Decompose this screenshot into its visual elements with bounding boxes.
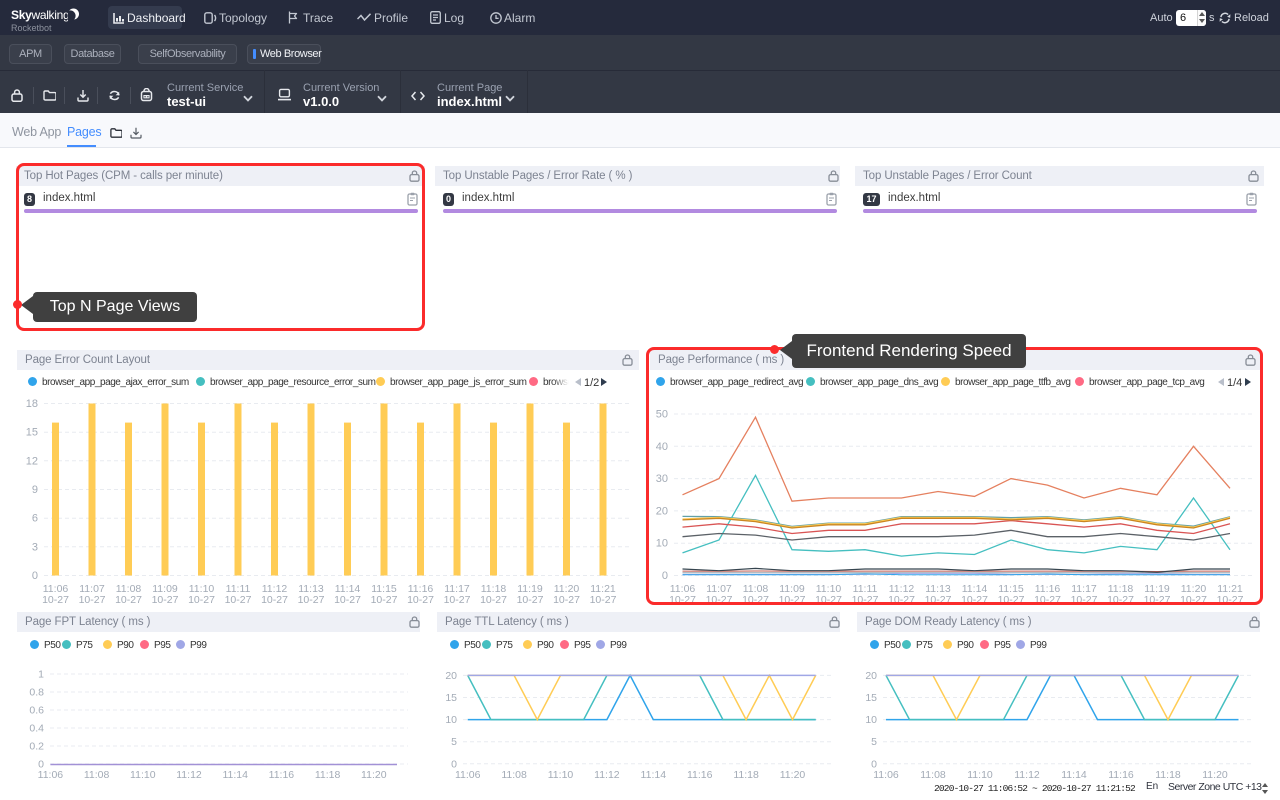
svg-text:10-27: 10-27: [480, 594, 507, 606]
svg-text:11:06: 11:06: [455, 769, 481, 781]
svg-text:11:14: 11:14: [1061, 769, 1087, 781]
svg-text:15: 15: [26, 427, 38, 439]
svg-text:9: 9: [32, 484, 38, 496]
svg-text:10-27: 10-27: [225, 594, 252, 606]
svg-text:11:10: 11:10: [967, 769, 993, 781]
svg-text:10-27: 10-27: [444, 594, 471, 606]
svg-text:11:18: 11:18: [733, 769, 759, 781]
svg-text:10-27: 10-27: [553, 594, 580, 606]
svg-text:0.6: 0.6: [29, 705, 44, 717]
svg-text:11:14: 11:14: [641, 769, 667, 781]
svg-text:11:18: 11:18: [1155, 769, 1181, 781]
svg-text:10-27: 10-27: [152, 594, 179, 606]
svg-text:10-27: 10-27: [115, 594, 142, 606]
svg-text:11:16: 11:16: [269, 769, 295, 781]
svg-text:11:16: 11:16: [687, 769, 713, 781]
svg-text:11:08: 11:08: [501, 769, 527, 781]
svg-text:10-27: 10-27: [261, 594, 288, 606]
svg-text:10-27: 10-27: [407, 594, 434, 606]
svg-text:11:06: 11:06: [38, 769, 64, 781]
svg-text:12: 12: [26, 455, 38, 467]
svg-text:10: 10: [865, 714, 877, 726]
svg-text:11:14: 11:14: [222, 769, 248, 781]
svg-text:3: 3: [32, 541, 38, 553]
svg-text:11:12: 11:12: [176, 769, 202, 781]
svg-text:15: 15: [445, 692, 457, 704]
svg-text:0.8: 0.8: [29, 687, 44, 699]
svg-text:11:20: 11:20: [780, 769, 806, 781]
svg-text:11:12: 11:12: [594, 769, 620, 781]
svg-text:20: 20: [445, 670, 457, 682]
svg-text:11:10: 11:10: [548, 769, 574, 781]
svg-text:11:16: 11:16: [1108, 769, 1134, 781]
svg-text:10-27: 10-27: [371, 594, 398, 606]
svg-text:10: 10: [445, 714, 457, 726]
svg-text:0: 0: [32, 570, 38, 582]
svg-text:0.2: 0.2: [29, 741, 44, 753]
svg-text:5: 5: [871, 736, 877, 748]
svg-text:18: 18: [26, 398, 38, 410]
svg-text:10-27: 10-27: [42, 594, 69, 606]
svg-text:11:08: 11:08: [920, 769, 946, 781]
svg-text:0.4: 0.4: [29, 723, 44, 735]
svg-text:10-27: 10-27: [590, 594, 617, 606]
svg-text:1: 1: [38, 669, 44, 681]
svg-text:11:18: 11:18: [315, 769, 341, 781]
svg-text:10-27: 10-27: [334, 594, 361, 606]
svg-text:11:20: 11:20: [361, 769, 387, 781]
svg-text:10-27: 10-27: [79, 594, 106, 606]
svg-text:10-27: 10-27: [298, 594, 325, 606]
svg-text:5: 5: [451, 736, 457, 748]
svg-text:11:10: 11:10: [130, 769, 156, 781]
svg-text:10-27: 10-27: [517, 594, 544, 606]
svg-text:11:06: 11:06: [873, 769, 899, 781]
svg-text:6: 6: [32, 513, 38, 525]
svg-text:15: 15: [865, 692, 877, 704]
svg-text:11:20: 11:20: [1202, 769, 1228, 781]
svg-text:20: 20: [865, 670, 877, 682]
svg-text:11:12: 11:12: [1014, 769, 1040, 781]
svg-text:10-27: 10-27: [188, 594, 215, 606]
svg-text:11:08: 11:08: [84, 769, 110, 781]
